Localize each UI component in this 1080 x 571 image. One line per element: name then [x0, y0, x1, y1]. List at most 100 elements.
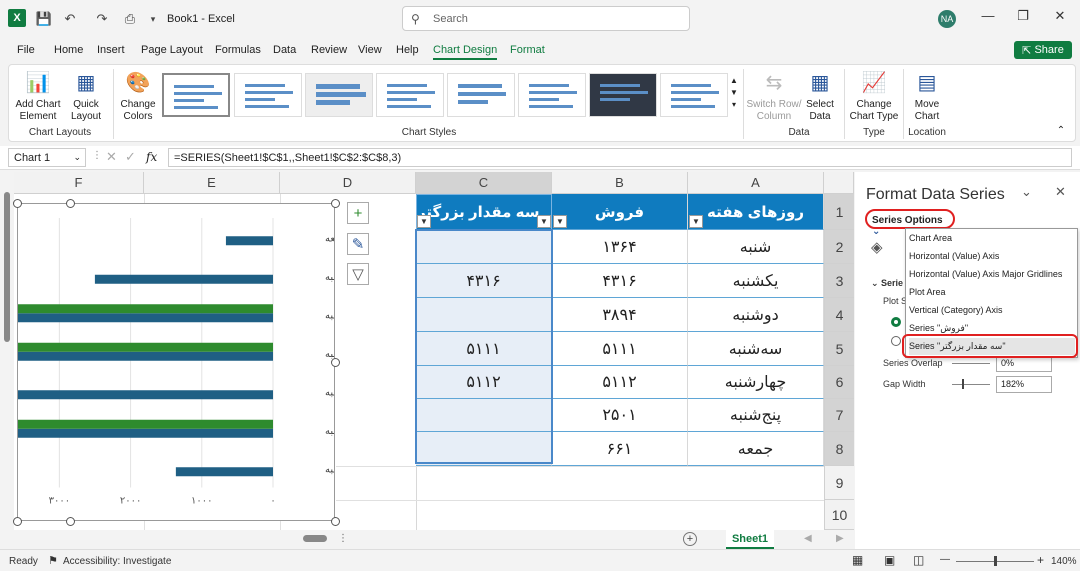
column-header-d[interactable]: D	[280, 172, 416, 194]
cell-c2[interactable]	[416, 230, 552, 264]
tab-help[interactable]: Help	[396, 44, 419, 56]
row-header-7[interactable]: 7	[824, 399, 854, 432]
row-header-1[interactable]: 1	[824, 194, 854, 230]
normal-view-icon[interactable]: ▦	[852, 553, 863, 567]
filter-dropdown-icon[interactable]: ▼	[689, 215, 703, 228]
page-break-view-icon[interactable]: ◫	[913, 553, 924, 567]
table-header-c[interactable]: سه مقدار بزرگتر	[416, 194, 552, 230]
chart-style-1[interactable]	[162, 73, 230, 117]
cell-b7[interactable]: ۲۵۰۱	[552, 399, 688, 432]
more-options-icon[interactable]: ⋮	[338, 533, 348, 544]
column-header-f[interactable]: F	[14, 172, 144, 194]
resize-handle[interactable]	[331, 199, 340, 208]
cell-c3[interactable]: ۴۳۱۶	[416, 264, 552, 298]
pane-options-chevron-icon[interactable]: ⌄	[1021, 184, 1032, 200]
pane-close-icon[interactable]: ✕	[1055, 184, 1066, 200]
resize-handle[interactable]	[13, 517, 22, 526]
cell-b4[interactable]: ۳۸۹۴	[552, 298, 688, 332]
resize-handle[interactable]	[13, 199, 22, 208]
chart-styles-brush-icon[interactable]: ✎	[347, 233, 369, 255]
chart-elements-icon[interactable]: +	[347, 202, 369, 224]
gap-width-spinner[interactable]: 182%	[996, 376, 1052, 393]
chart-styles-more-icon[interactable]: ▲ ▼ ▾	[729, 75, 739, 111]
vertical-scrollbar[interactable]	[0, 172, 14, 530]
series-options-dropdown[interactable]: Series Options ⌄	[865, 209, 955, 237]
share-button[interactable]: ⇱ Share	[1014, 41, 1072, 59]
tab-chart-design[interactable]: Chart Design	[433, 44, 498, 60]
undo-icon[interactable]: ↶	[60, 9, 80, 29]
horizontal-scrollbar-thumb[interactable]	[303, 535, 327, 542]
menu-item-vertical-axis[interactable]: Vertical (Category) Axis	[909, 302, 1003, 319]
cell-c7[interactable]	[416, 399, 552, 432]
row-header-10[interactable]: 10	[824, 500, 854, 530]
menu-item-chart-area[interactable]: Chart Area	[909, 230, 952, 247]
row-header-3[interactable]: 3	[824, 264, 854, 298]
minimize-icon[interactable]: —	[978, 8, 998, 28]
column-header-e[interactable]: E	[144, 172, 280, 194]
filter-dropdown-icon[interactable]: ▼	[553, 215, 567, 228]
zoom-level[interactable]: 140%	[1051, 556, 1077, 567]
customize-toolbar-icon[interactable]: ▾	[143, 9, 163, 29]
series-section-header[interactable]: ⌄ Serie	[871, 278, 903, 289]
chart-style-5[interactable]	[447, 73, 515, 117]
chart-style-7[interactable]	[589, 73, 657, 117]
menu-item-horizontal-axis[interactable]: Horizontal (Value) Axis	[909, 248, 999, 265]
table-header-b[interactable]: فروش	[552, 194, 688, 230]
cell-b8[interactable]: ۶۶۱	[552, 432, 688, 466]
select-all-corner[interactable]	[824, 172, 854, 194]
switch-row-column-button[interactable]: ⇆ Switch Row/Column	[745, 70, 803, 123]
chart-style-3[interactable]	[305, 73, 373, 117]
cell-a7[interactable]: پنج‌شنبه	[688, 399, 824, 432]
scroll-left-icon[interactable]: ◀	[804, 533, 812, 544]
tab-insert[interactable]: Insert	[97, 44, 125, 56]
cell-b6[interactable]: ۵۱۱۲	[552, 366, 688, 399]
change-chart-type-button[interactable]: 📈 Change Chart Type	[847, 70, 901, 123]
secondary-axis-radio[interactable]	[891, 336, 901, 346]
cell-c5[interactable]: ۵۱۱۱	[416, 332, 552, 366]
row-header-8[interactable]: 8	[824, 432, 854, 466]
cell-c6[interactable]: ۵۱۱۲	[416, 366, 552, 399]
resize-handle[interactable]	[66, 517, 75, 526]
cell-b5[interactable]: ۵۱۱۱	[552, 332, 688, 366]
insert-function-icon[interactable]: fx	[146, 150, 157, 164]
zoom-in-icon[interactable]: +	[1037, 553, 1044, 567]
gap-width-slider-thumb[interactable]	[962, 379, 964, 389]
cell-a2[interactable]: شنبه	[688, 230, 824, 264]
restore-icon[interactable]: ❐	[1013, 8, 1033, 28]
scrollbar-thumb[interactable]	[4, 192, 10, 342]
chart-style-2[interactable]	[234, 73, 302, 117]
tab-file[interactable]: File	[17, 44, 35, 56]
filter-dropdown-icon[interactable]: ▼	[537, 215, 551, 228]
row-header-6[interactable]: 6	[824, 366, 854, 399]
menu-item-horizontal-gridlines[interactable]: Horizontal (Value) Axis Major Gridlines	[909, 266, 1062, 283]
row-header-2[interactable]: 2	[824, 230, 854, 264]
zoom-slider-thumb[interactable]	[994, 556, 997, 566]
tab-formulas[interactable]: Formulas	[215, 44, 261, 56]
redo-icon[interactable]: ↷	[92, 9, 112, 29]
row-header-4[interactable]: 4	[824, 298, 854, 332]
cell-a5[interactable]: سه‌شنبه	[688, 332, 824, 366]
cell-a6[interactable]: چهارشنبه	[688, 366, 824, 399]
cell-a8[interactable]: جمعه	[688, 432, 824, 466]
more-options-icon[interactable]: ⋮	[92, 150, 102, 161]
cell-c8[interactable]	[416, 432, 552, 466]
formula-input[interactable]: =SERIES(Sheet1!$C$1,,Sheet1!$C$2:$C$8,3)	[168, 148, 1072, 167]
tab-format[interactable]: Format	[510, 44, 545, 56]
name-box[interactable]: Chart 1 ⌄	[8, 148, 86, 167]
cancel-icon[interactable]: ✕	[106, 149, 117, 165]
accessibility-status[interactable]: Accessibility: Investigate	[63, 556, 171, 567]
scroll-right-icon[interactable]: ▶	[836, 533, 844, 544]
row-header-9[interactable]: 9	[824, 466, 854, 500]
quick-layout-button[interactable]: ▦ Quick Layout	[65, 70, 107, 123]
menu-item-plot-area[interactable]: Plot Area	[909, 284, 946, 301]
chart-style-8[interactable]	[660, 73, 728, 117]
close-icon[interactable]: ✕	[1050, 8, 1070, 28]
fill-line-icon[interactable]: ◈	[871, 238, 883, 256]
collapse-ribbon-icon[interactable]: ⌃	[1055, 125, 1067, 137]
bar-chart[interactable]: ۳۰۰۰۲۰۰۰۱۰۰۰۰جمعهپنج‌شنبهچهارشنبهسه‌شنبه…	[17, 203, 363, 521]
chart-style-4[interactable]	[376, 73, 444, 117]
tab-page-layout[interactable]: Page Layout	[141, 44, 203, 56]
page-layout-view-icon[interactable]: ▣	[884, 553, 895, 567]
move-chart-button[interactable]: ▤ Move Chart	[907, 70, 947, 123]
cell-c4[interactable]	[416, 298, 552, 332]
